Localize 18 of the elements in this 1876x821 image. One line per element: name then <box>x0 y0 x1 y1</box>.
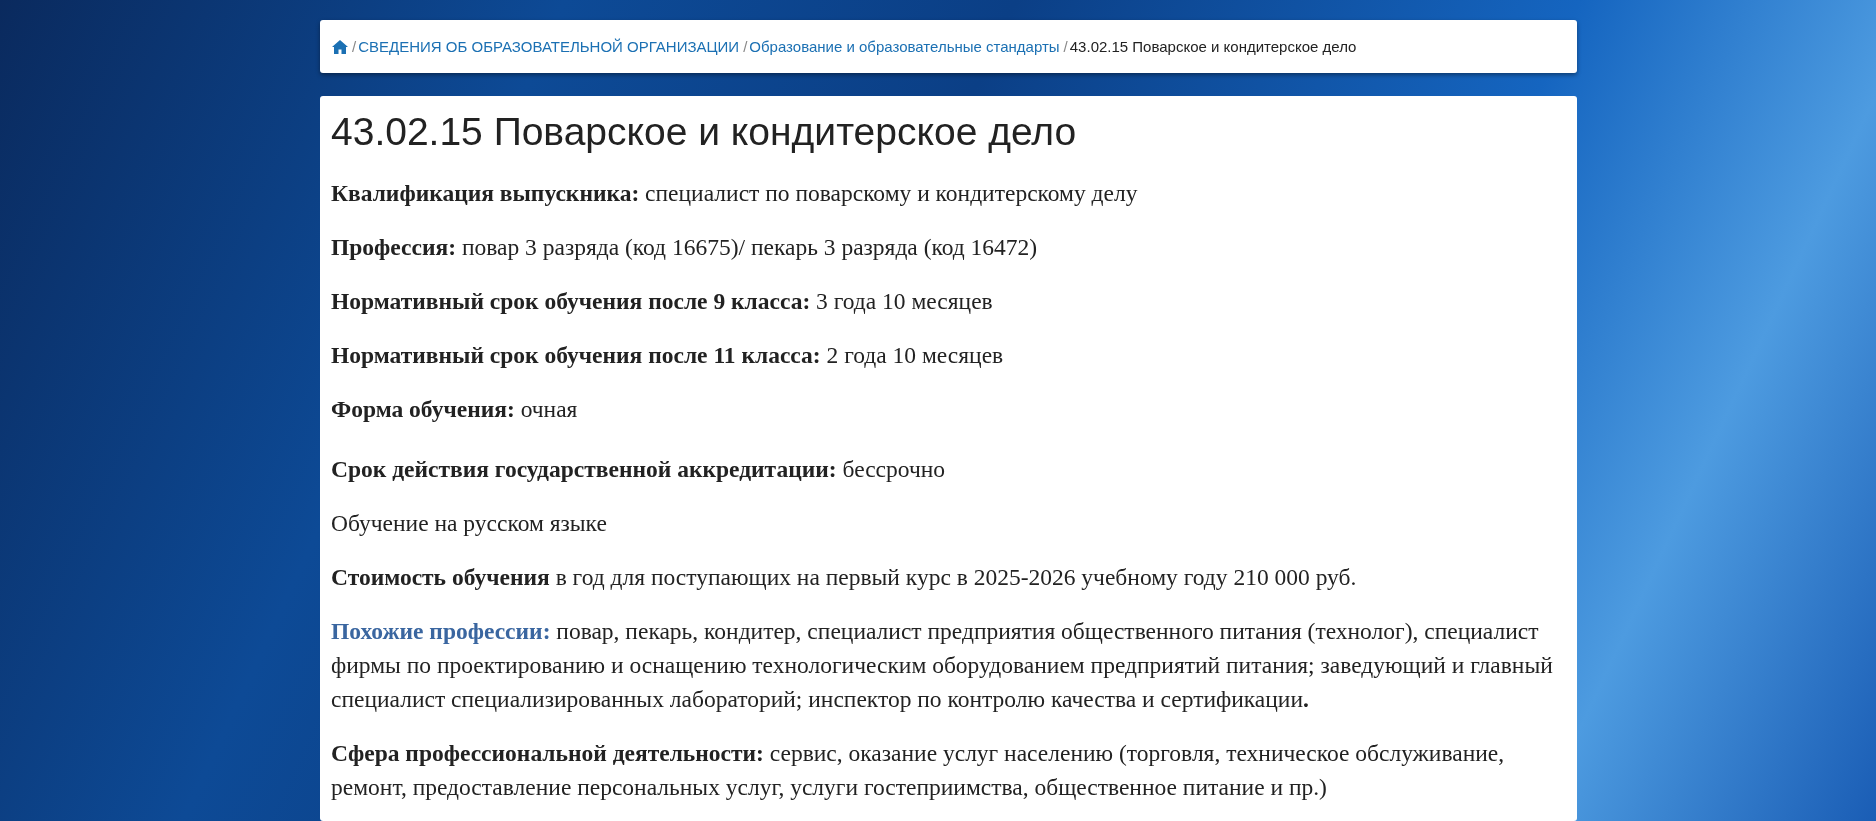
breadcrumb-link[interactable]: Образование и образовательные стандарты <box>749 38 1060 55</box>
home-icon[interactable] <box>332 39 348 54</box>
info-paragraph: Срок действия государственной аккредитации: бессрочно <box>331 455 947 484</box>
info-paragraph: Стоимость обучения в год для поступающих на первый курс в 2025-2026 учебному году 210 000 руб. <box>331 563 1358 592</box>
breadcrumb-separator: / <box>1063 38 1068 55</box>
info-paragraph: Обучение на русском языке <box>331 509 608 538</box>
info-paragraph: Похожие профессии: повар, пекарь, кондитер, специалист предприятия общественного питания (технолог), специалист фирмы по проектированию и оснащению технологическим оборудованием предприятий питания; заведующий и главный специалист специализированных лабораторий; инспектор по контролю качества и сертификации. <box>331 617 1554 714</box>
info-paragraph: Нормативный срок обучения после 9 класса: 3 года 10 месяцев <box>331 287 994 316</box>
breadcrumb-separator: / <box>743 38 748 55</box>
info-paragraph: Форма обучения: очная <box>331 395 579 424</box>
info-paragraph: Профессия: повар 3 разряда (код 16675)/ пекарь 3 разряда (код 16472) <box>331 233 1039 262</box>
info-paragraph: Сфера профессиональной деятельности: сервис, оказание услуг населению (торговля, техническое обслуживание, ремонт, предоставление персональных услуг, услуги гостеприимства, общественное питание и пр.) <box>331 739 1506 802</box>
info-paragraph: Квалификация выпускника: специалист по поварскому и кондитерскому делу <box>331 179 1139 208</box>
page-title: 43.02.15 Поварское и кондитерское дело <box>331 109 1078 155</box>
breadcrumb-separator: / <box>352 38 357 55</box>
breadcrumb-current: 43.02.15 Поварское и кондитерское дело <box>1069 38 1357 55</box>
info-paragraph: Нормативный срок обучения после 11 класса: 2 года 10 месяцев <box>331 341 1005 370</box>
breadcrumb-link[interactable]: СВЕДЕНИЯ ОБ ОБРАЗОВАТЕЛЬНОЙ ОРГАНИЗАЦИИ <box>358 38 740 55</box>
